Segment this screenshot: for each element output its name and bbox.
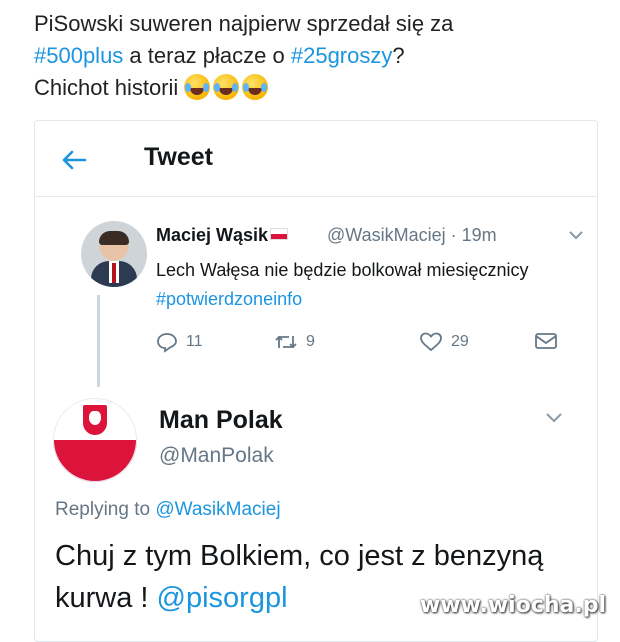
direct-message-button[interactable] [534,331,558,351]
avatar[interactable] [53,398,137,482]
author-handle-time[interactable]: @WasikMaciej · 19m [327,225,497,246]
page-title: Tweet [144,143,213,171]
arrow-left-icon[interactable] [59,145,89,175]
author-name[interactable]: Maciej Wąsik [156,225,289,246]
thread-connector-line [97,295,100,387]
retweet-button[interactable]: 9 [274,331,315,353]
envelope-icon [535,333,557,349]
retweet-count: 9 [306,333,315,350]
hashtag-25groszy[interactable]: #25groszy [291,43,393,68]
tears-of-joy-emoji-icon [213,74,240,100]
avatar-hair [99,231,129,245]
watermark: www.wiocha.pl [419,593,606,618]
coat-of-arms-icon [83,405,107,435]
tears-of-joy-emoji-icon [184,74,211,100]
like-count: 29 [451,333,469,350]
replying-to-link[interactable]: @WasikMaciej [155,499,280,520]
mention-link[interactable]: @pisorgpl [157,582,288,614]
replying-to-label: Replying to [55,499,156,520]
caption-text: PiSowski suweren najpierw sprzedał się z… [34,11,454,36]
tweet-card: Tweet Maciej Wąsik @WasikMaciej · 19m Le… [34,120,598,642]
avatar[interactable] [81,221,147,287]
tweet-text: Lech Wałęsa nie będzie bolkował miesięcz… [156,256,576,314]
tweet-header: Tweet [35,121,597,197]
tweet-text-body: Lech Wałęsa nie będzie bolkował miesięcz… [156,260,529,280]
author-name-text: Maciej Wąsik [156,225,269,245]
author-name[interactable]: Man Polak [159,406,283,435]
caption-question-mark: ? [392,43,405,68]
reply-button[interactable]: 11 [156,331,203,353]
reply-icon [157,333,177,353]
hashtag-500plus[interactable]: #500plus [34,43,123,68]
caption-text-mid: a teraz płacze o [123,43,291,68]
hashtag-link[interactable]: #potwierdzoneinfo [156,289,302,309]
caption-text-end: Chichot historii [34,75,179,100]
avatar-tie [112,263,116,283]
tweet-actions: 11 9 29 [156,331,558,355]
chevron-down-icon[interactable] [545,411,563,424]
like-button[interactable]: 29 [419,331,469,353]
tears-of-joy-emoji-icon [242,74,269,100]
heart-icon [420,332,442,352]
chevron-down-icon[interactable] [568,229,584,241]
author-handle[interactable]: @ManPolak [159,444,274,468]
replying-to: Replying to @WasikMaciej [55,499,281,521]
post-caption: PiSowski suweren najpierw sprzedał się z… [34,8,604,104]
reply-count: 11 [186,333,203,350]
poland-flag-icon [270,228,289,240]
retweet-icon [275,335,297,349]
